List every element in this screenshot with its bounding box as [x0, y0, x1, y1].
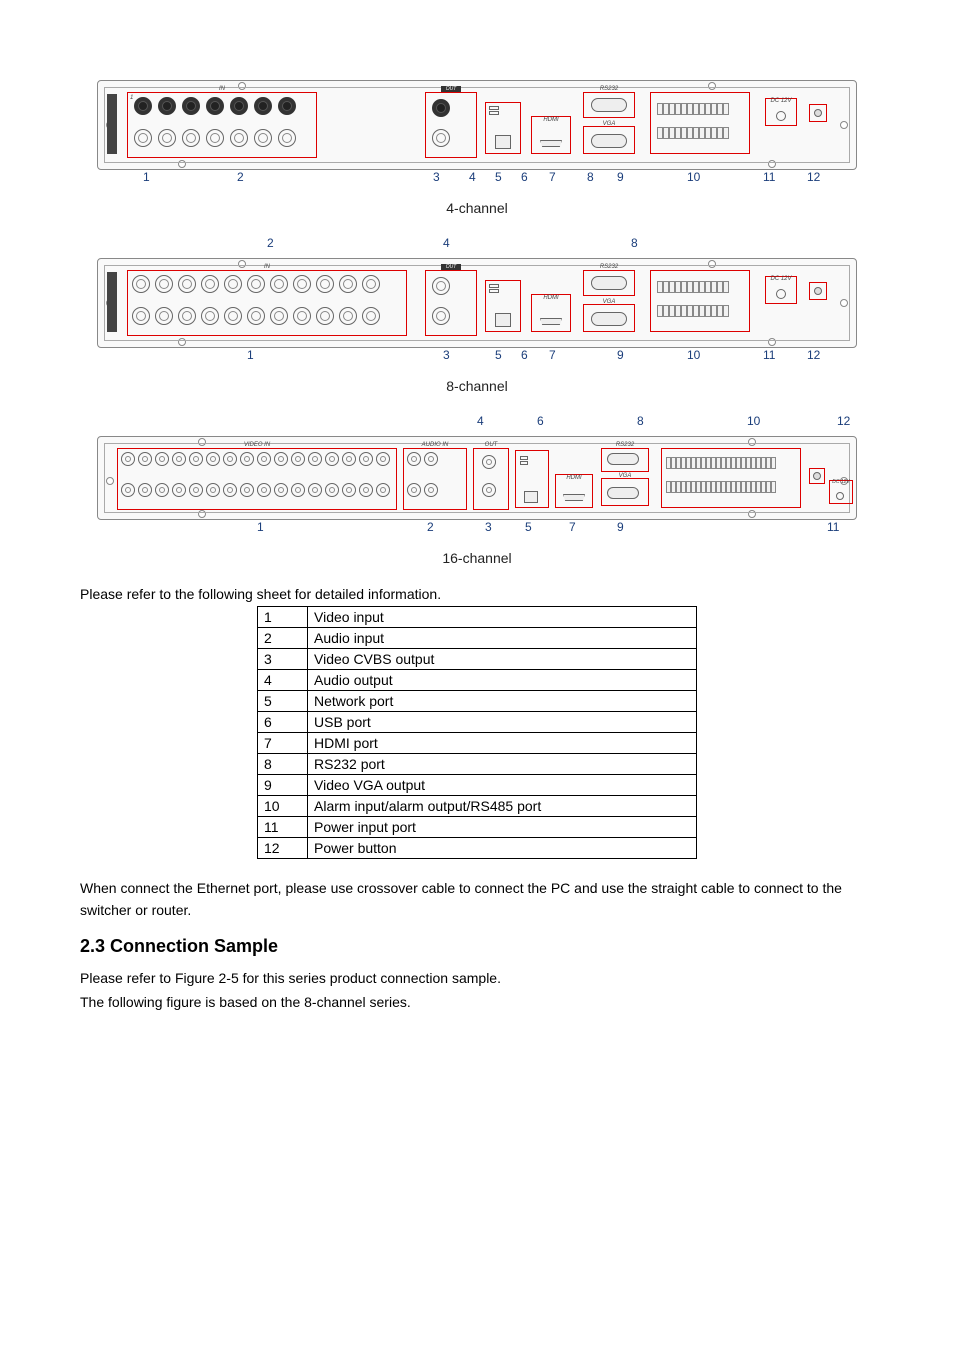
callouts-16ch-top: 4 6 8 10 12 [97, 414, 857, 436]
table-row: 9Video VGA output [258, 775, 697, 796]
panel-16ch: VIDEO IN AUDIO IN [97, 436, 857, 520]
table-row: 2Audio input [258, 628, 697, 649]
section-line2: The following figure is based on the 8-c… [80, 991, 874, 1013]
label-in: IN [128, 86, 316, 92]
label-rs232: RS232 [584, 86, 634, 92]
spec-table: 1Video input 2Audio input 3Video CVBS ou… [257, 606, 697, 859]
table-row: 10Alarm input/alarm output/RS485 port [258, 796, 697, 817]
label-in-8: IN [128, 264, 406, 270]
table-row: 1Video input [258, 607, 697, 628]
label-out: OUT [441, 86, 461, 92]
label-hdmi-8: HDMI [532, 295, 570, 301]
label-rs232-16: RS232 [602, 442, 648, 448]
table-row: 8RS232 port [258, 754, 697, 775]
table-row: 6USB port [258, 712, 697, 733]
diagram-16channel: 4 6 8 10 12 VIDEO IN [80, 414, 874, 566]
label-dc-16: DC 12V [830, 479, 852, 485]
callouts-8ch-bottom: 1 3 5 6 7 9 10 11 12 [97, 348, 857, 374]
label-hdmi: HDMI [532, 117, 570, 123]
table-row: 7HDMI port [258, 733, 697, 754]
label-dc12v: DC 12V [766, 98, 796, 104]
label-vga-16: VGA [602, 473, 648, 479]
diagram-4channel: IN 1 OUT [80, 80, 874, 216]
diagram-8channel: 2 4 8 IN [80, 236, 874, 394]
panel-8ch: IN OUT [97, 258, 857, 348]
label-vga: VGA [584, 121, 634, 127]
label-out-8: OUT [441, 264, 461, 270]
callouts-16ch-bottom: 1 2 3 5 7 9 11 [97, 520, 857, 546]
table-row: 4Audio output [258, 670, 697, 691]
table-row: 3Video CVBS output [258, 649, 697, 670]
label-rs232-8: RS232 [584, 264, 634, 270]
panel-4ch: IN 1 OUT [97, 80, 857, 170]
label-out-16: OUT [474, 442, 508, 448]
label-audioin-16: AUDIO IN [404, 442, 466, 448]
label-hdmi-16: HDMI [556, 475, 592, 481]
callouts-8ch-top: 2 4 8 [97, 236, 857, 258]
refer-text: Please refer to the following sheet for … [80, 586, 874, 602]
table-row: 12Power button [258, 838, 697, 859]
caption-16ch: 16-channel [80, 550, 874, 566]
ethernet-note: When connect the Ethernet port, please u… [80, 877, 874, 922]
callouts-4ch-bottom: 1 2 3 4 5 6 7 8 9 10 11 12 [97, 170, 857, 196]
section-line1: Please refer to Figure 2-5 for this seri… [80, 967, 874, 989]
label-dc-8: DC 12V [766, 276, 796, 282]
caption-4ch: 4-channel [80, 200, 874, 216]
section-heading: 2.3 Connection Sample [80, 936, 874, 957]
label-vga-8: VGA [584, 299, 634, 305]
caption-8ch: 8-channel [80, 378, 874, 394]
table-row: 11Power input port [258, 817, 697, 838]
label-videoin-16: VIDEO IN [118, 442, 396, 448]
table-row: 5Network port [258, 691, 697, 712]
